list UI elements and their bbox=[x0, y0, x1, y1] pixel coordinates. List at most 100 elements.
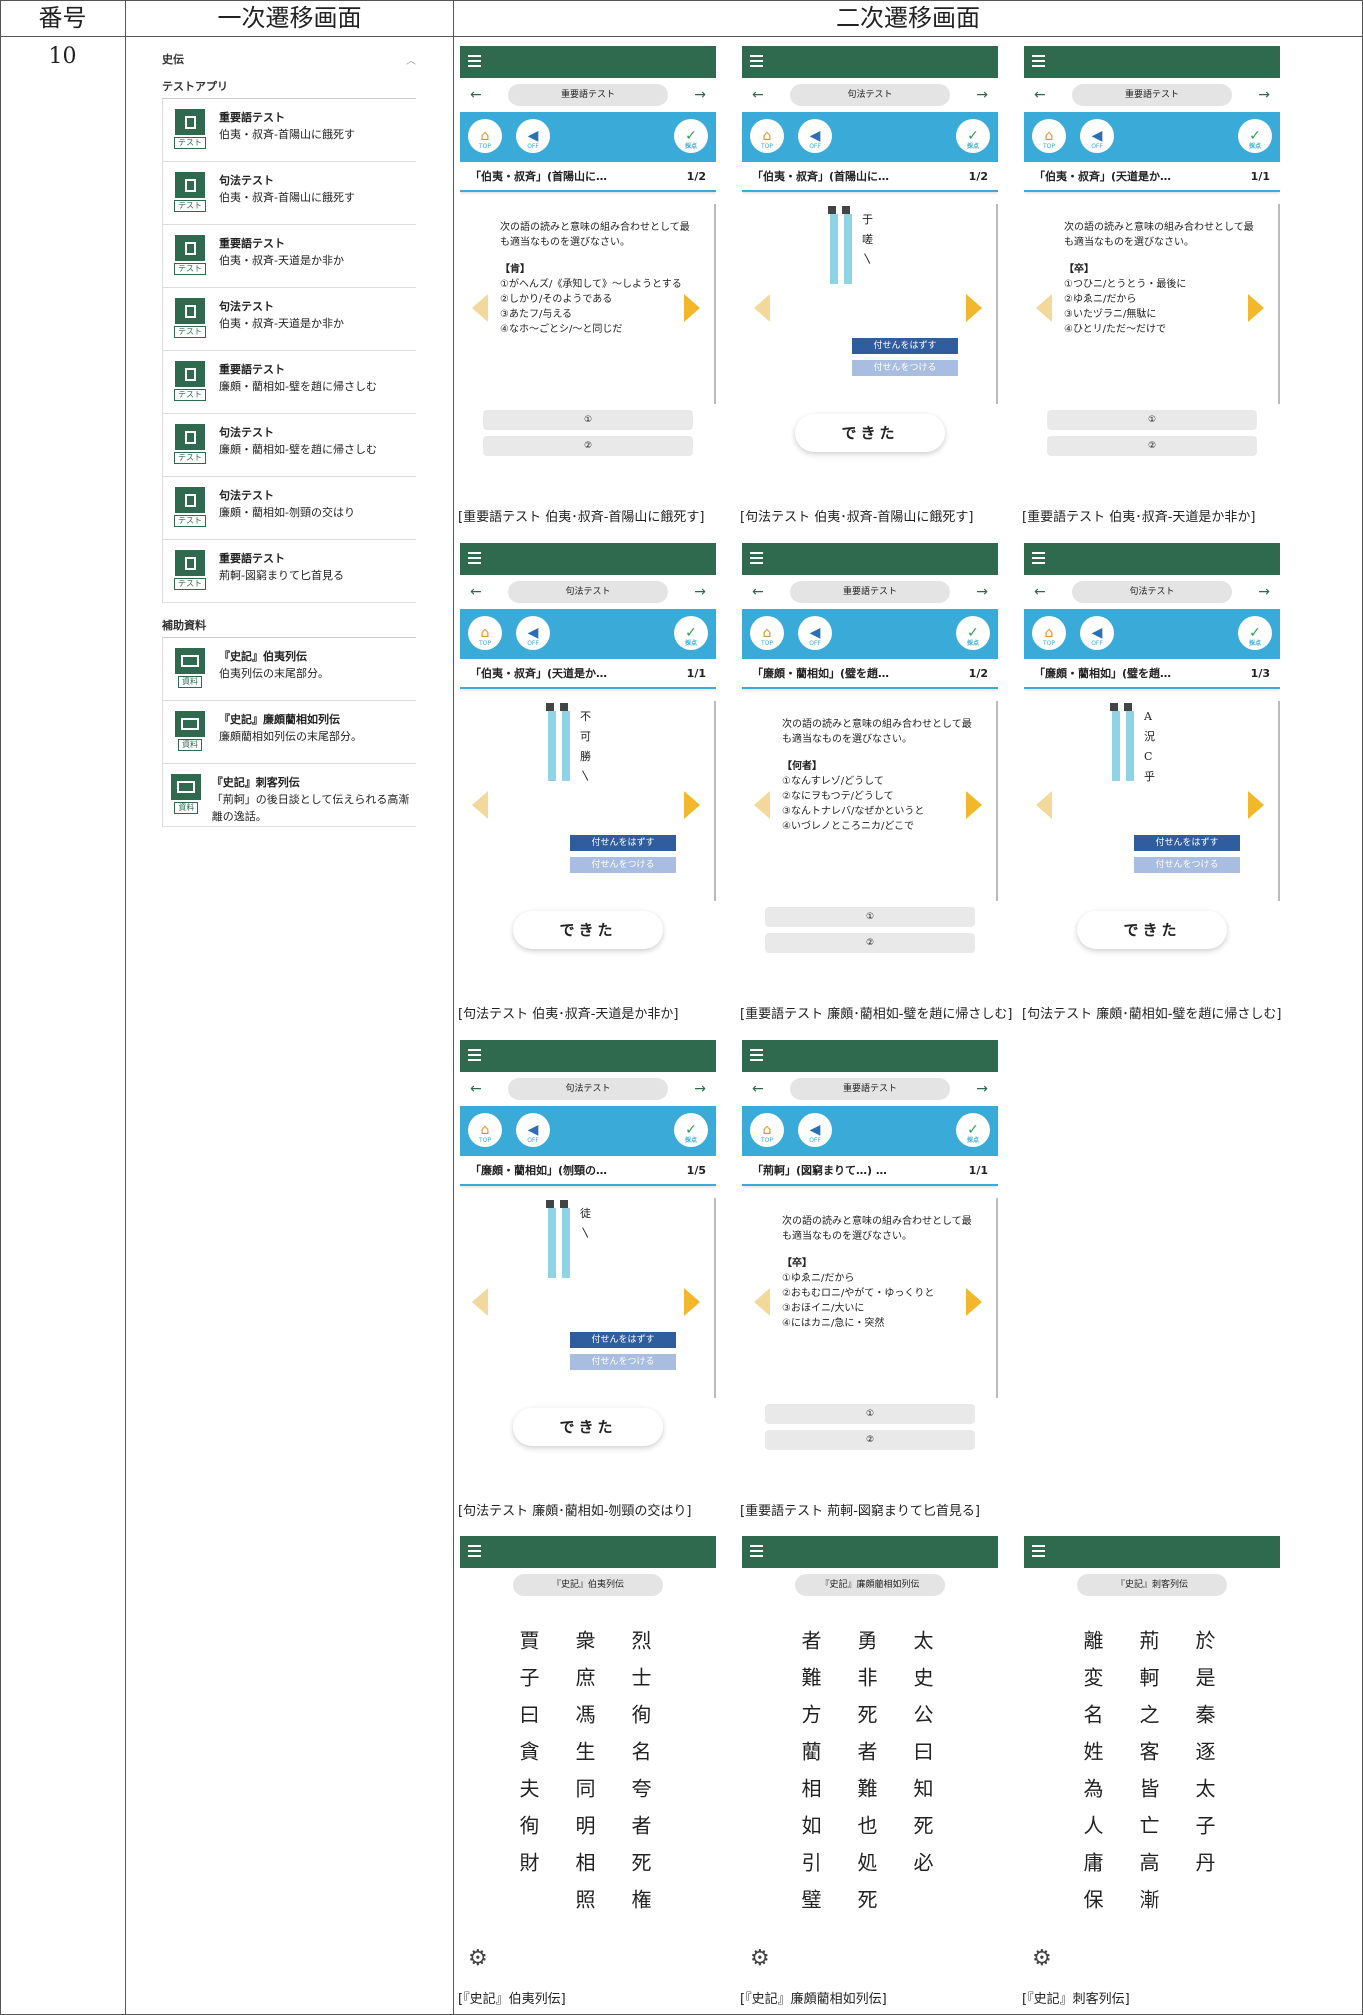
next-arrow-icon[interactable] bbox=[966, 1288, 982, 1316]
test-list-item[interactable]: テスト 重要語テスト 廉頗・藺相如-璧を趙に帰さしむ bbox=[162, 351, 416, 414]
back-arrow-icon[interactable]: ← bbox=[470, 87, 482, 103]
home-icon[interactable]: ⌂ TOP bbox=[468, 616, 502, 650]
answer-button-1[interactable]: ① bbox=[765, 907, 975, 927]
answer-button-2[interactable]: ② bbox=[1047, 436, 1257, 456]
menu-icon[interactable] bbox=[750, 1049, 763, 1061]
check-icon[interactable]: ✓ 採点 bbox=[956, 616, 990, 650]
answer-button-1[interactable]: ① bbox=[483, 410, 693, 430]
prev-arrow-icon[interactable] bbox=[1036, 294, 1052, 322]
speaker-icon[interactable]: ◀ OFF bbox=[516, 1113, 550, 1147]
prev-arrow-icon[interactable] bbox=[754, 791, 770, 819]
back-arrow-icon[interactable]: ← bbox=[470, 584, 482, 600]
answer-blank[interactable] bbox=[562, 711, 570, 781]
answer-blank[interactable] bbox=[830, 214, 838, 284]
done-button[interactable]: できた bbox=[1077, 911, 1227, 949]
answer-button-2[interactable]: ② bbox=[483, 436, 693, 456]
prev-arrow-icon[interactable] bbox=[754, 1288, 770, 1316]
menu-icon[interactable] bbox=[1032, 552, 1045, 564]
done-button[interactable]: できた bbox=[795, 414, 945, 452]
check-icon[interactable]: ✓ 採点 bbox=[1238, 119, 1272, 153]
test-list-item[interactable]: テスト 句法テスト 伯夷・叔斉-天道是か非か bbox=[162, 288, 416, 351]
menu-icon[interactable] bbox=[468, 552, 481, 564]
gear-icon[interactable]: ⚙ bbox=[1032, 1946, 1052, 1971]
next-arrow-icon[interactable] bbox=[684, 294, 700, 322]
check-icon[interactable]: ✓ 採点 bbox=[674, 119, 708, 153]
home-icon[interactable]: ⌂ TOP bbox=[750, 1113, 784, 1147]
forward-arrow-icon[interactable]: → bbox=[1258, 584, 1270, 600]
prev-arrow-icon[interactable] bbox=[472, 294, 488, 322]
answer-button-2[interactable]: ② bbox=[765, 933, 975, 953]
menu-icon[interactable] bbox=[468, 1049, 481, 1061]
test-list-item[interactable]: テスト 重要語テスト 伯夷・叔斉-首陽山に餓死す bbox=[162, 99, 416, 162]
menu-icon[interactable] bbox=[468, 55, 481, 67]
test-list-item[interactable]: テスト 重要語テスト 伯夷・叔斉-天道是か非か bbox=[162, 225, 416, 288]
check-icon[interactable]: ✓ 採点 bbox=[674, 616, 708, 650]
check-icon[interactable]: ✓ 採点 bbox=[1238, 616, 1272, 650]
menu-icon[interactable] bbox=[750, 552, 763, 564]
forward-arrow-icon[interactable]: → bbox=[694, 87, 706, 103]
forward-arrow-icon[interactable]: → bbox=[976, 1081, 988, 1097]
add-sticky-button[interactable]: 付せんをつける bbox=[1134, 857, 1240, 873]
forward-arrow-icon[interactable]: → bbox=[1258, 87, 1270, 103]
answer-blank[interactable] bbox=[1126, 711, 1134, 781]
back-arrow-icon[interactable]: ← bbox=[1034, 87, 1046, 103]
remove-sticky-button[interactable]: 付せんをはずす bbox=[570, 835, 676, 851]
speaker-icon[interactable]: ◀ OFF bbox=[798, 119, 832, 153]
test-list-item[interactable]: テスト 句法テスト 伯夷・叔斉-首陽山に餓死す bbox=[162, 162, 416, 225]
forward-arrow-icon[interactable]: → bbox=[976, 87, 988, 103]
back-arrow-icon[interactable]: ← bbox=[752, 584, 764, 600]
forward-arrow-icon[interactable]: → bbox=[976, 584, 988, 600]
material-list-item[interactable]: 資料 『史記』刺客列伝 「荊軻」の後日談として伝えられる高漸離の逸話。 bbox=[162, 764, 416, 827]
back-arrow-icon[interactable]: ← bbox=[752, 1081, 764, 1097]
next-arrow-icon[interactable] bbox=[966, 294, 982, 322]
add-sticky-button[interactable]: 付せんをつける bbox=[570, 857, 676, 873]
menu-icon[interactable] bbox=[1032, 55, 1045, 67]
test-list-item[interactable]: テスト 重要語テスト 荊軻-図窮まりて匕首見る bbox=[162, 540, 416, 603]
answer-button-1[interactable]: ① bbox=[1047, 410, 1257, 430]
section-header[interactable]: 史伝 ︿ bbox=[162, 48, 416, 70]
prev-arrow-icon[interactable] bbox=[1036, 791, 1052, 819]
gear-icon[interactable]: ⚙ bbox=[468, 1946, 488, 1971]
gear-icon[interactable]: ⚙ bbox=[750, 1946, 770, 1971]
prev-arrow-icon[interactable] bbox=[754, 294, 770, 322]
answer-blank[interactable] bbox=[548, 1208, 556, 1278]
back-arrow-icon[interactable]: ← bbox=[1034, 584, 1046, 600]
next-arrow-icon[interactable] bbox=[684, 1288, 700, 1316]
test-list-item[interactable]: テスト 句法テスト 廉頗・藺相如-刎頸の交はり bbox=[162, 477, 416, 540]
home-icon[interactable]: ⌂ TOP bbox=[750, 616, 784, 650]
forward-arrow-icon[interactable]: → bbox=[694, 1081, 706, 1097]
done-button[interactable]: できた bbox=[513, 1408, 663, 1446]
next-arrow-icon[interactable] bbox=[1248, 294, 1264, 322]
remove-sticky-button[interactable]: 付せんをはずす bbox=[570, 1332, 676, 1348]
test-list-item[interactable]: テスト 句法テスト 廉頗・藺相如-璧を趙に帰さしむ bbox=[162, 414, 416, 477]
speaker-icon[interactable]: ◀ OFF bbox=[516, 119, 550, 153]
home-icon[interactable]: ⌂ TOP bbox=[1032, 616, 1066, 650]
home-icon[interactable]: ⌂ TOP bbox=[468, 1113, 502, 1147]
next-arrow-icon[interactable] bbox=[966, 791, 982, 819]
speaker-icon[interactable]: ◀ OFF bbox=[1080, 616, 1114, 650]
back-arrow-icon[interactable]: ← bbox=[752, 87, 764, 103]
remove-sticky-button[interactable]: 付せんをはずす bbox=[1134, 835, 1240, 851]
check-icon[interactable]: ✓ 採点 bbox=[956, 119, 990, 153]
chevron-up-icon[interactable]: ︿ bbox=[406, 52, 416, 67]
speaker-icon[interactable]: ◀ OFF bbox=[798, 616, 832, 650]
forward-arrow-icon[interactable]: → bbox=[694, 584, 706, 600]
answer-button-1[interactable]: ① bbox=[765, 1404, 975, 1424]
done-button[interactable]: できた bbox=[513, 911, 663, 949]
answer-blank[interactable] bbox=[548, 711, 556, 781]
speaker-icon[interactable]: ◀ OFF bbox=[516, 616, 550, 650]
next-arrow-icon[interactable] bbox=[1248, 791, 1264, 819]
prev-arrow-icon[interactable] bbox=[472, 1288, 488, 1316]
home-icon[interactable]: ⌂ TOP bbox=[468, 119, 502, 153]
menu-icon[interactable] bbox=[750, 55, 763, 67]
answer-blank[interactable] bbox=[1112, 711, 1120, 781]
material-list-item[interactable]: 資料 『史記』伯夷列伝 伯夷列伝の末尾部分。 bbox=[162, 638, 416, 701]
add-sticky-button[interactable]: 付せんをつける bbox=[570, 1354, 676, 1370]
add-sticky-button[interactable]: 付せんをつける bbox=[852, 360, 958, 376]
home-icon[interactable]: ⌂ TOP bbox=[1032, 119, 1066, 153]
check-icon[interactable]: ✓ 採点 bbox=[674, 1113, 708, 1147]
material-list-item[interactable]: 資料 『史記』廉頗藺相如列伝 廉頗藺相如列伝の末尾部分。 bbox=[162, 701, 416, 764]
check-icon[interactable]: ✓ 採点 bbox=[956, 1113, 990, 1147]
next-arrow-icon[interactable] bbox=[684, 791, 700, 819]
answer-button-2[interactable]: ② bbox=[765, 1430, 975, 1450]
